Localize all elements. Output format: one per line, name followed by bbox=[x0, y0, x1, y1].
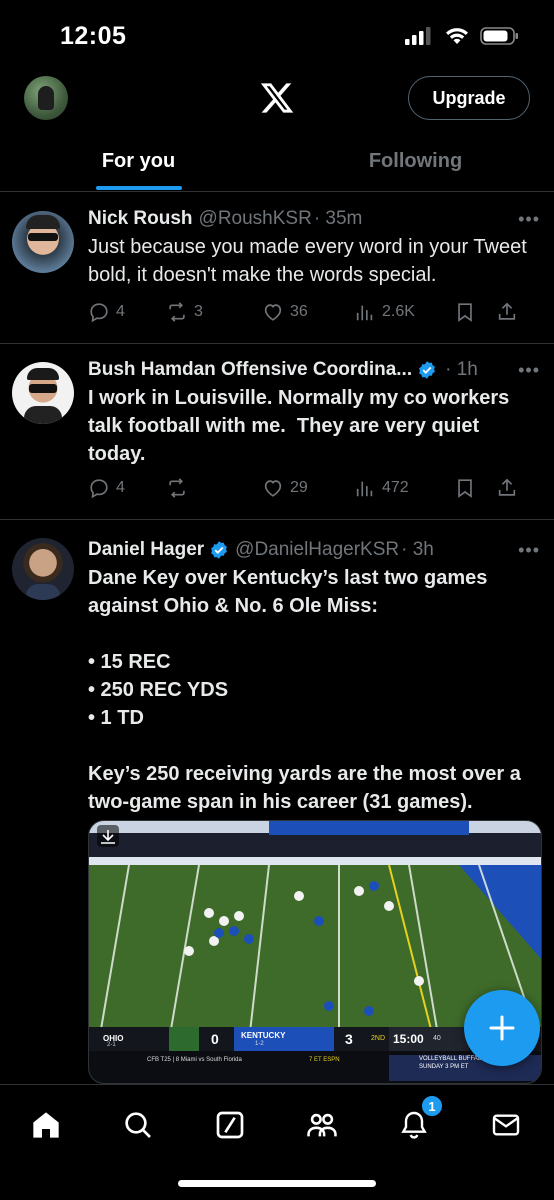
tweet-header: Bush Hamdan Offensive Coordina... · 1h bbox=[88, 356, 540, 384]
view-count: 2.6K bbox=[382, 303, 415, 320]
scorebug-quarter: 2ND bbox=[371, 1035, 386, 1042]
reply-button[interactable]: 4 bbox=[88, 477, 166, 499]
nav-search[interactable] bbox=[118, 1105, 158, 1145]
tweet-text: Just because you made every word in your… bbox=[88, 236, 533, 286]
share-icon bbox=[498, 302, 516, 320]
repost-icon bbox=[169, 478, 185, 498]
profile-avatar[interactable] bbox=[24, 76, 68, 120]
nav-grok[interactable] bbox=[210, 1105, 250, 1145]
communities-icon bbox=[307, 1113, 337, 1137]
status-time: 12:05 bbox=[60, 22, 127, 50]
tab-for-you[interactable]: For you bbox=[0, 138, 277, 190]
nav-home[interactable] bbox=[26, 1105, 66, 1145]
timeline-header: Upgrade For you Following bbox=[0, 68, 554, 192]
reply-icon bbox=[90, 303, 108, 323]
timeline-tabs: For you Following bbox=[0, 138, 554, 192]
repost-count: 3 bbox=[194, 303, 203, 320]
bookmark-button[interactable] bbox=[454, 477, 496, 499]
cellular-signal-icon bbox=[405, 27, 431, 45]
x-logo-icon[interactable] bbox=[259, 80, 295, 116]
nav-communities[interactable] bbox=[302, 1105, 342, 1145]
plus-icon bbox=[489, 1015, 515, 1041]
views-button[interactable]: 472 bbox=[354, 477, 454, 499]
tweet-actions: 4 3 36 2.6K bbox=[88, 301, 534, 323]
tweet-text: Dane Key over Kentucky’s last two games … bbox=[88, 567, 521, 813]
views-chart-icon bbox=[356, 481, 373, 497]
like-count: 29 bbox=[290, 479, 308, 496]
reply-button[interactable]: 4 bbox=[88, 301, 166, 323]
status-icons bbox=[404, 26, 520, 46]
home-indicator bbox=[178, 1180, 376, 1187]
author-handle[interactable]: @DanielHagerKSR bbox=[235, 539, 399, 561]
reply-count: 4 bbox=[116, 479, 125, 496]
scorebug-playclock: 40 bbox=[433, 1035, 441, 1042]
nav-messages[interactable] bbox=[486, 1105, 526, 1145]
reply-count: 4 bbox=[116, 303, 125, 320]
reply-icon bbox=[90, 479, 108, 499]
repost-icon bbox=[169, 302, 185, 322]
tab-following-label: Following bbox=[368, 149, 463, 172]
tab-for-you-label: For you bbox=[101, 149, 176, 172]
view-count: 472 bbox=[382, 479, 409, 496]
verified-badge-icon bbox=[211, 541, 228, 559]
like-button[interactable]: 29 bbox=[262, 477, 354, 499]
mail-icon bbox=[492, 1114, 520, 1136]
repost-button[interactable] bbox=[166, 477, 262, 499]
scorebug-team2-record: 1-2 bbox=[255, 1041, 264, 1047]
grok-icon bbox=[216, 1111, 244, 1139]
heart-icon bbox=[264, 480, 282, 497]
repost-button[interactable]: 3 bbox=[166, 301, 262, 323]
scorebug-team2: KENTUCKY bbox=[241, 1031, 286, 1040]
bookmark-button[interactable] bbox=[454, 301, 496, 323]
views-chart-icon bbox=[356, 305, 373, 321]
author-name[interactable]: Bush Hamdan Offensive Coordina... bbox=[88, 359, 412, 381]
bookmark-icon bbox=[458, 479, 472, 498]
more-options-icon[interactable]: ••• bbox=[518, 360, 540, 381]
compose-button[interactable] bbox=[464, 990, 540, 1066]
author-avatar[interactable] bbox=[12, 211, 74, 273]
tweet-header: Daniel Hager @DanielHagerKSR · 3h bbox=[88, 536, 540, 564]
upgrade-button[interactable]: Upgrade bbox=[408, 76, 530, 120]
scorebug-score2: 3 bbox=[345, 1031, 353, 1047]
share-button[interactable] bbox=[496, 477, 518, 499]
ticker-mid: 7 ET ESPN bbox=[309, 1057, 340, 1063]
author-name[interactable]: Daniel Hager bbox=[88, 539, 204, 561]
tweet-time: · 3h bbox=[401, 539, 434, 560]
battery-icon bbox=[480, 27, 518, 45]
bookmark-icon bbox=[458, 303, 472, 322]
tweet-time: · 35m bbox=[313, 208, 363, 229]
author-avatar[interactable] bbox=[12, 362, 74, 424]
scorebug-clock: 15:00 bbox=[393, 1032, 424, 1046]
more-options-icon[interactable]: ••• bbox=[518, 540, 540, 561]
heart-icon bbox=[264, 304, 282, 321]
wifi-icon bbox=[446, 28, 468, 44]
search-icon bbox=[125, 1112, 151, 1138]
author-avatar[interactable] bbox=[12, 538, 74, 600]
share-icon bbox=[498, 478, 516, 496]
tweet-text: I work in Louisville. Normally my co wor… bbox=[88, 387, 515, 465]
like-count: 36 bbox=[290, 303, 308, 320]
home-icon bbox=[33, 1112, 59, 1138]
scorebug-score1: 0 bbox=[211, 1031, 219, 1047]
tweet[interactable]: Nick Roush @RoushKSR · 35m ••• Just beca… bbox=[0, 193, 554, 344]
status-bar: 12:05 bbox=[0, 0, 554, 68]
more-options-icon[interactable]: ••• bbox=[518, 209, 540, 230]
author-name[interactable]: Nick Roush bbox=[88, 208, 193, 230]
tab-following[interactable]: Following bbox=[277, 138, 554, 184]
verified-badge-icon bbox=[419, 361, 436, 379]
ticker-left: CFB T25 | 8 Miami vs South Florida bbox=[147, 1057, 242, 1063]
active-tab-indicator bbox=[95, 186, 182, 190]
author-handle[interactable]: @RoushKSR bbox=[199, 208, 312, 230]
notification-badge: 1 bbox=[420, 1094, 444, 1118]
tweet-header: Nick Roush @RoushKSR · 35m bbox=[88, 205, 540, 233]
views-button[interactable]: 2.6K bbox=[354, 301, 454, 323]
tweet-actions: 4 29 472 bbox=[88, 477, 534, 499]
scorebug-team1-record: 2-1 bbox=[107, 1042, 116, 1048]
like-button[interactable]: 36 bbox=[262, 301, 354, 323]
tweet-time: · 1h bbox=[445, 359, 478, 380]
tweet[interactable]: Bush Hamdan Offensive Coordina... · 1h •… bbox=[0, 344, 554, 520]
share-button[interactable] bbox=[496, 301, 518, 323]
